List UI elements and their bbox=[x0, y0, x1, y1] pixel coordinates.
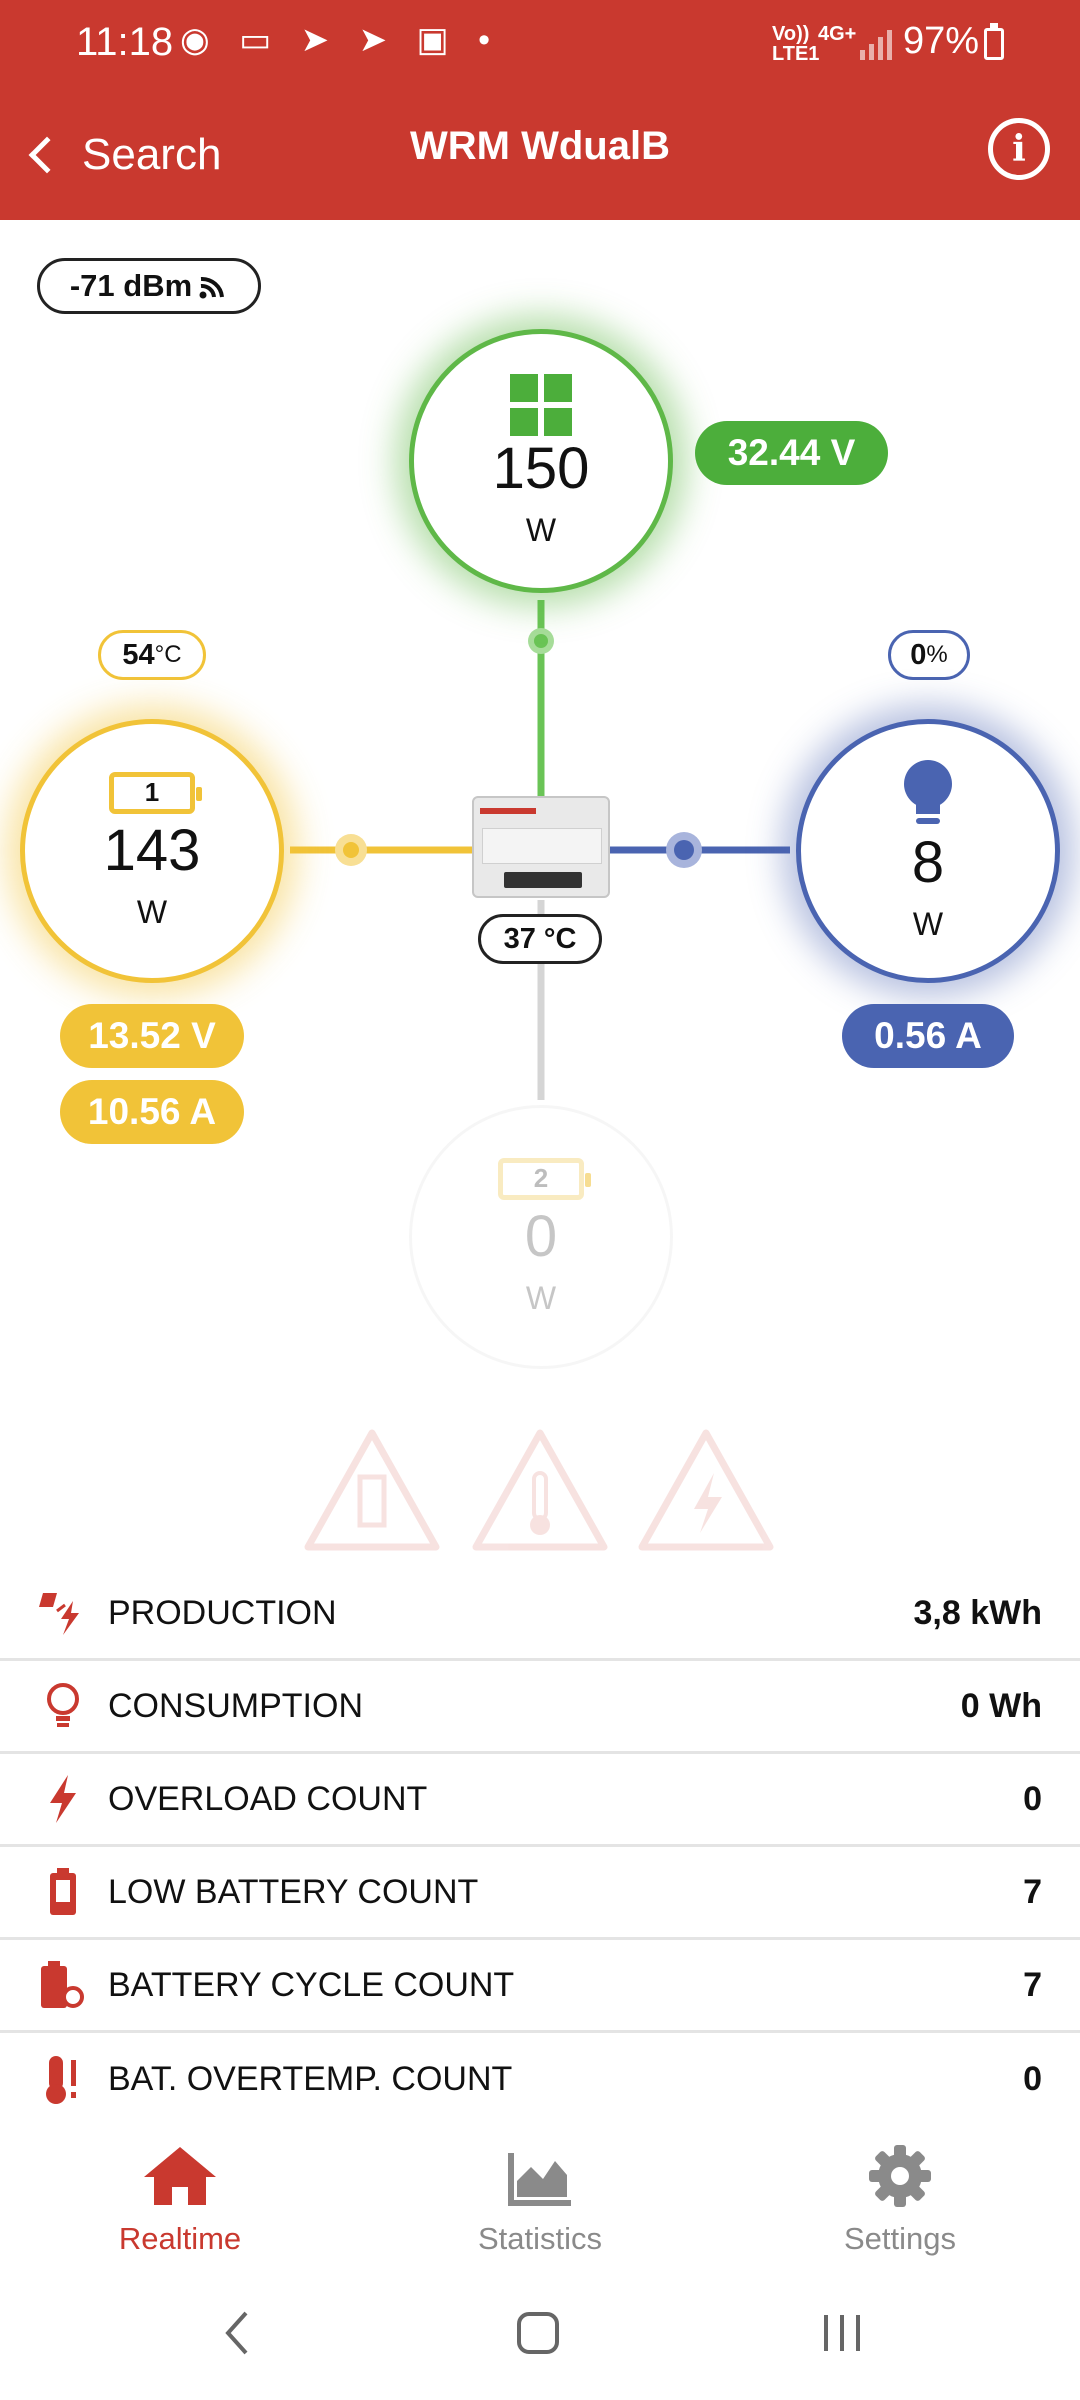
lightbulb-icon bbox=[38, 1681, 88, 1731]
load-current-badge: 0.56 A bbox=[842, 1004, 1014, 1068]
battery2-power-unit: W bbox=[525, 1279, 557, 1316]
charge-controller-image[interactable] bbox=[472, 796, 610, 898]
lightning-icon bbox=[38, 1774, 88, 1824]
load-percent-badge: 0% bbox=[888, 630, 970, 680]
tab-settings[interactable]: Settings bbox=[720, 2144, 1080, 2279]
lightbulb-icon bbox=[904, 759, 952, 824]
battery1-temp-badge: 54 °C bbox=[98, 630, 206, 680]
stat-row-consumption: CONSUMPTION 0 Wh bbox=[0, 1661, 1080, 1754]
production-icon bbox=[38, 1588, 88, 1638]
battery1-power-value: 143 bbox=[103, 817, 201, 883]
battery-warning-icon bbox=[304, 1429, 440, 1551]
battery2-icon: 2 bbox=[498, 1157, 591, 1200]
nav-recents-icon[interactable] bbox=[820, 2311, 864, 2355]
battery1-power-unit: W bbox=[136, 893, 168, 930]
load-power-value: 8 bbox=[911, 829, 945, 895]
home-icon bbox=[144, 2147, 216, 2205]
battery1-node[interactable]: 1 143 W bbox=[20, 719, 284, 983]
nav-back-icon[interactable] bbox=[222, 2309, 250, 2357]
tab-statistics[interactable]: Statistics bbox=[360, 2144, 720, 2279]
battery1-current-badge: 10.56 A bbox=[60, 1080, 244, 1144]
battery2-node[interactable]: 2 0 W bbox=[409, 1105, 673, 1369]
chart-icon bbox=[508, 2153, 571, 2206]
thermometer-warning-icon bbox=[472, 1429, 608, 1551]
stat-row-battery-cycle: BATTERY CYCLE COUNT 7 bbox=[0, 1940, 1080, 2033]
load-power-unit: W bbox=[912, 905, 944, 942]
stat-row-overtemp: BAT. OVERTEMP. COUNT 0 bbox=[0, 2033, 1080, 2126]
system-nav-bar bbox=[0, 2279, 1080, 2400]
solar-power-value: 150 bbox=[492, 435, 590, 501]
stat-row-low-battery: LOW BATTERY COUNT 7 bbox=[0, 1847, 1080, 1940]
battery-cycle-icon bbox=[38, 1960, 88, 2010]
stat-row-production: PRODUCTION 3,8 kWh bbox=[0, 1568, 1080, 1661]
lightning-warning-icon bbox=[638, 1429, 774, 1551]
nav-home-icon[interactable] bbox=[516, 2311, 560, 2355]
battery-overtemp-icon bbox=[38, 2055, 88, 2105]
battery2-power-value: 0 bbox=[524, 1203, 558, 1269]
solar-power-unit: W bbox=[525, 511, 557, 548]
controller-temp-badge: 37 °C bbox=[478, 914, 602, 964]
tab-realtime[interactable]: Realtime bbox=[0, 2144, 360, 2279]
warning-indicators bbox=[304, 1429, 774, 1551]
solar-node[interactable]: 150 W bbox=[409, 329, 673, 593]
solar-panel-icon bbox=[510, 373, 572, 436]
solar-voltage-badge: 32.44 V bbox=[695, 421, 888, 485]
battery1-icon: 1 bbox=[109, 771, 202, 814]
battery1-voltage-badge: 13.52 V bbox=[60, 1004, 244, 1068]
gear-icon bbox=[869, 2145, 931, 2207]
stat-row-overload: OVERLOAD COUNT 0 bbox=[0, 1754, 1080, 1847]
load-node[interactable]: 8 W bbox=[796, 719, 1060, 983]
battery-low-icon bbox=[38, 1867, 88, 1917]
bottom-tab-bar: Realtime Statistics Settings bbox=[0, 2144, 1080, 2279]
